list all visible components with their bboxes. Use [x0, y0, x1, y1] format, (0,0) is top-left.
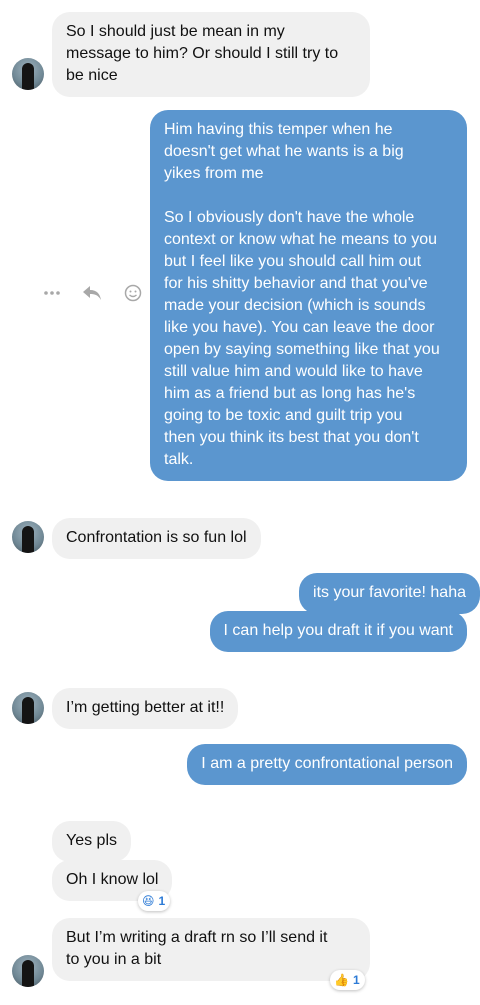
- reaction-count: 1: [352, 973, 360, 987]
- reply-icon[interactable]: [82, 285, 102, 301]
- message-bubble-outgoing[interactable]: I can help you draft it if you want: [209, 611, 467, 652]
- message-bubble-outgoing[interactable]: Him having this temper when he doesn't g…: [150, 110, 467, 481]
- message-bubble-incoming[interactable]: Confrontation is so fun lol: [52, 518, 261, 559]
- reaction-badge[interactable]: 👍 1: [330, 970, 365, 990]
- smiley-icon[interactable]: [124, 284, 142, 302]
- message-bubble-outgoing[interactable]: its your favorite! haha: [299, 573, 480, 614]
- contact-avatar[interactable]: [12, 58, 44, 90]
- message-actions: [44, 284, 142, 302]
- contact-avatar[interactable]: [12, 521, 44, 553]
- contact-avatar[interactable]: [12, 955, 44, 987]
- message-bubble-incoming[interactable]: So I should just be mean in my message t…: [52, 12, 370, 97]
- message-bubble-outgoing[interactable]: I am a pretty confrontational person: [187, 744, 467, 785]
- laughing-emoji-icon: 😆: [142, 894, 155, 908]
- more-horizontal-icon[interactable]: [44, 290, 60, 296]
- reaction-badge[interactable]: 😆 1: [138, 891, 171, 911]
- message-bubble-incoming[interactable]: But I’m writing a draft rn so I’ll send …: [52, 918, 370, 981]
- reaction-count: 1: [158, 894, 166, 908]
- message-bubble-incoming[interactable]: Yes pls: [52, 821, 131, 862]
- message-bubble-incoming[interactable]: I’m getting better at it!!: [52, 688, 239, 729]
- thumbs-up-emoji-icon: 👍: [334, 973, 349, 987]
- contact-avatar[interactable]: [12, 692, 44, 724]
